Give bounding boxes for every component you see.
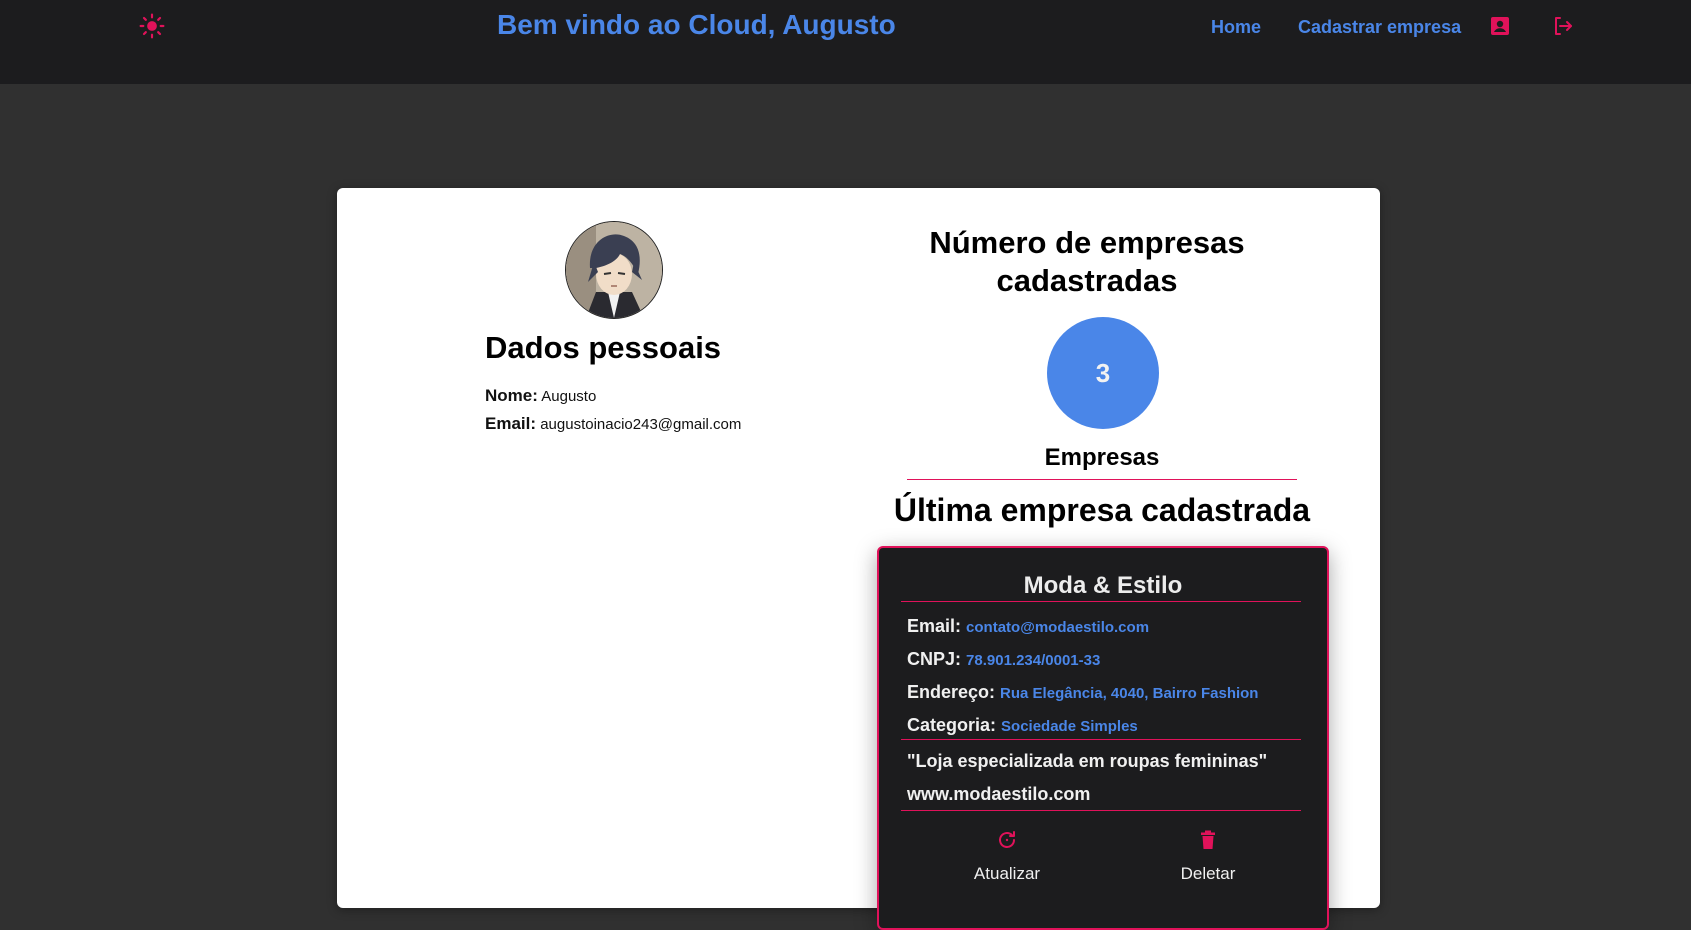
refresh-icon <box>999 831 1015 848</box>
divider <box>901 739 1301 740</box>
nav-register-company-link[interactable]: Cadastrar empresa <box>1298 17 1461 38</box>
nav-home-link[interactable]: Home <box>1211 17 1261 38</box>
account-box-icon[interactable] <box>1488 14 1512 38</box>
update-label: Atualizar <box>973 864 1041 883</box>
divider <box>901 810 1301 811</box>
company-category-row: Categoria: Sociedade Simples <box>907 715 1138 736</box>
email-label: Email: <box>485 414 537 433</box>
name-label: Nome: <box>485 386 538 405</box>
dashboard-card: Dados pessoais Nome: Augusto Email: augu… <box>337 188 1380 930</box>
last-company-title: Última empresa cadastrada <box>893 492 1311 528</box>
welcome-title: Bem vindo ao Cloud, Augusto <box>497 9 896 40</box>
company-website[interactable]: www.modaestilo.com <box>907 784 1090 805</box>
company-address-row: Endereço: Rua Elegância, 4040, Bairro Fa… <box>907 682 1258 703</box>
logout-icon[interactable] <box>1551 14 1575 38</box>
delete-label: Deletar <box>1180 864 1236 883</box>
company-category-label: Categoria: <box>907 715 997 735</box>
company-cnpj-label: CNPJ: <box>907 649 962 669</box>
sun-icon[interactable] <box>139 13 165 39</box>
company-email-label: Email: <box>907 616 962 636</box>
profile-name-row: Nome: Augusto <box>485 386 596 406</box>
company-description: "Loja especializada em roupas femininas" <box>907 751 1268 771</box>
trash-icon <box>1201 830 1215 849</box>
top-navbar: Bem vindo ao Cloud, Augusto Home Cadastr… <box>0 0 1691 84</box>
avatar <box>565 221 663 319</box>
company-cnpj-row: CNPJ: 78.901.234/0001-33 <box>907 649 1100 670</box>
company-count-title: Número de empresas cadastradas <box>929 225 1245 298</box>
company-name: Moda & Estilo <box>1023 572 1183 599</box>
company-email-row: Email: contato@modaestilo.com <box>907 616 1149 637</box>
company-email-value: contato@modaestilo.com <box>966 619 1150 636</box>
company-cnpj-value: 78.901.234/0001-33 <box>966 652 1101 669</box>
company-address-label: Endereço: <box>907 682 996 702</box>
delete-button[interactable]: Deletar <box>1148 828 1268 884</box>
company-count-circle: 3 <box>1047 317 1159 429</box>
company-category-value: Sociedade Simples <box>1001 718 1138 735</box>
profile-email-row: Email: augustoinacio243@gmail.com <box>485 414 741 434</box>
divider <box>907 479 1297 480</box>
avatar-image <box>566 222 662 318</box>
divider <box>901 601 1301 602</box>
company-address-value: Rua Elegância, 4040, Bairro Fashion <box>1000 685 1259 702</box>
personal-data-title: Dados pessoais <box>485 330 722 365</box>
company-card: Moda & Estilo Email: contato@modaestilo.… <box>877 546 1329 930</box>
company-count-label: Empresas <box>1044 444 1160 471</box>
name-value: Augusto <box>541 388 597 405</box>
update-button[interactable]: Atualizar <box>947 828 1067 884</box>
email-value: augustoinacio243@gmail.com <box>540 416 742 433</box>
